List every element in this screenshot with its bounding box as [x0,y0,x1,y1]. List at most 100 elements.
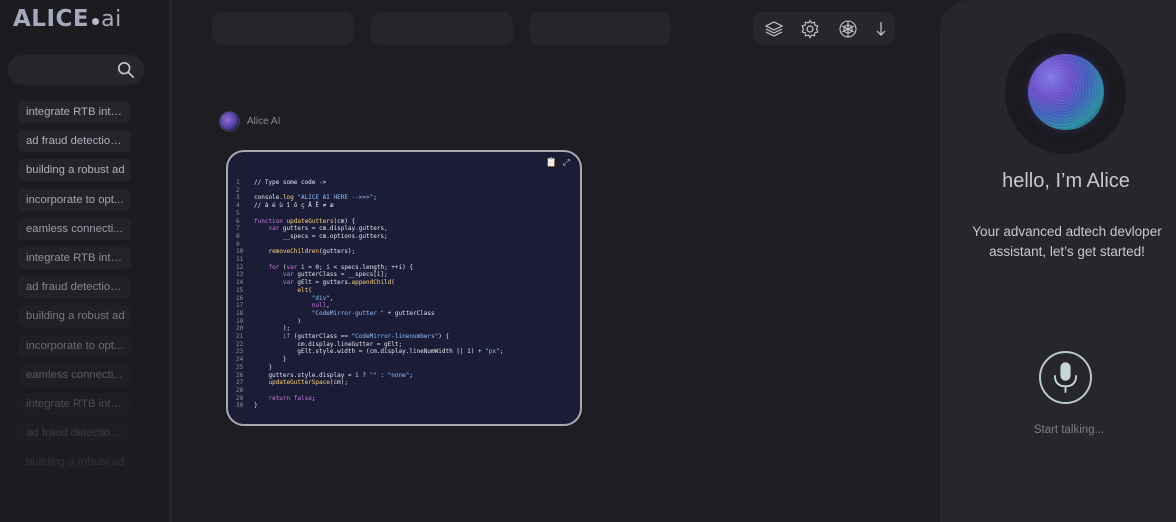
microphone-button[interactable] [1039,351,1092,404]
start-talking-label: Start talking... [1033,424,1105,436]
code-line: 3 console.log "ALICE AI HERE -->>>"; [236,194,377,202]
line-number: 24 [236,356,244,364]
code-line: 9 [236,241,503,249]
code-line: 17 null, [236,302,330,310]
line-number: 27 [236,379,244,387]
code-line: 7 var gutters = cm.display.gutters, [236,225,388,233]
history-item[interactable]: ad fraud detection ... [18,130,131,153]
line-number: 26 [236,371,244,379]
line-number: 25 [236,363,244,371]
toolbar [753,12,895,45]
history-item[interactable]: building a robust ad [18,305,131,328]
code-block: 📋 ⤢ 1// Type some code -> 2 3 console.log "… [226,150,582,426]
line-number: 28 [236,386,244,394]
arrow-down-icon[interactable] [871,19,891,39]
top-tab-1[interactable] [212,12,354,45]
code-line: 30} [236,402,258,410]
line-number: 13 [236,271,244,279]
chat-history-list: integrate RTB into... ad fraud detection … [18,101,131,480]
search-icon[interactable] [117,61,135,79]
line-number: 9 [236,240,240,248]
line-number: 4 [236,202,240,210]
line-number: 11 [236,256,244,264]
logo-ai-text: ai [101,7,122,32]
code-line: 14 var gElt = gutters.appendChild( [236,279,395,287]
app-root: ALICE ai integrate RTB into... ad fraud de… [0,0,1176,522]
history-item[interactable]: integrate RTB into... [18,392,131,415]
history-item[interactable]: ad fraud detection ... [18,422,131,445]
history-item[interactable]: eamless connecti... [18,363,131,386]
copy-icon[interactable]: 📋 [546,157,557,168]
logo[interactable]: ALICE ai [13,6,122,32]
history-item[interactable]: eamless connecti... [18,217,131,240]
code-line: 22 cm.display.lineGutter = gElt; [236,340,403,348]
line-number: 2 [236,186,240,194]
settings-gear-icon[interactable] [800,19,820,39]
code-line: 2 [236,187,503,195]
greeting-heading: hello, I’m Alice [1002,170,1130,192]
line-number: 20 [236,325,244,333]
top-tab-3[interactable] [529,12,671,45]
line-number: 19 [236,317,244,325]
history-item[interactable]: incorporate to opt... [18,188,131,211]
history-item[interactable]: integrate RTB into... [18,101,131,123]
line-number: 10 [236,248,244,256]
code-line: 8 __specs = cm.options.gutters; [236,232,388,240]
sidebar: ALICE ai integrate RTB into... ad fraud de… [0,0,172,522]
line-number: 15 [236,286,244,294]
line-number: 12 [236,263,244,271]
code-line: 20 ); [236,325,291,333]
expand-icon[interactable]: ⤢ [563,157,570,168]
line-number: 30 [236,402,244,410]
history-item[interactable]: building a robust ad [18,159,131,182]
history-item[interactable]: integrate RTB into... [18,246,131,269]
history-item[interactable]: ad fraud detection ... [18,276,131,299]
openai-knot-icon[interactable] [838,19,858,39]
assistant-panel: hello, I’m Alice Your advanced adtech de… [940,0,1176,522]
logo-dot [92,18,100,25]
code-line: 6 function updateGutters(cm) { [236,217,356,225]
line-number: 23 [236,348,244,356]
code-line: 26 gutters.style.display = i ? "" : "non… [236,371,413,379]
history-item[interactable]: incorporate to opt... [18,334,131,357]
alice-avatar [219,111,240,132]
assistant-orb-image [1028,54,1104,130]
assistant-orb-container [1005,33,1126,154]
code-line: 18 "CodeMirror-gutter " + gutterClass [236,309,435,317]
code-line: 21 if (gutterClass == "CodeMirror-linenu… [236,333,450,341]
line-number: 22 [236,340,244,348]
line-number: 17 [236,302,244,310]
code-line: 11 [236,256,503,264]
intro-text: Your advanced adtech devloper assistant,… [972,224,1162,259]
line-number: 14 [236,279,244,287]
top-tab-2[interactable] [371,12,513,45]
line-number: 1 [236,179,240,186]
code-line: 27 updateGutterSpace(cm); [236,379,348,387]
line-number: 18 [236,309,244,317]
code-line: 13 var gutterClass = __specs[i]; [236,271,388,279]
code-line: 5 [236,210,503,218]
line-number: 3 [236,194,240,202]
line-number: 16 [236,294,244,302]
history-item[interactable]: building a robust ad [18,451,131,474]
code-line: 1// Type some code -> [236,179,327,186]
code-line: 28 [236,387,503,395]
search-bar[interactable] [8,55,144,85]
search-input[interactable] [18,60,110,80]
code-line: 16 "div", [236,294,334,302]
code-tools: 📋 ⤢ [546,157,570,168]
code-line: 24 } [236,356,287,364]
message-author: Alice AI [247,116,281,127]
line-number: 21 [236,333,244,341]
logo-main-text: ALICE [13,6,90,32]
code-line: 15 elt( [236,286,312,294]
code-line: 23 gElt.style.width = (cm.display.lineNu… [236,348,504,356]
code-line: 4// à é ù î ô ç Å Ë ≠ æ [236,202,334,210]
code-line: 12 for (var i = 0; i < specs.length; ++i… [236,263,413,271]
layers-icon[interactable] [764,19,784,39]
line-number: 8 [236,232,240,240]
line-number: 5 [236,209,240,217]
microphone-icon [1053,362,1078,393]
code-line: 19 ) [236,317,301,325]
line-number: 29 [236,394,244,402]
